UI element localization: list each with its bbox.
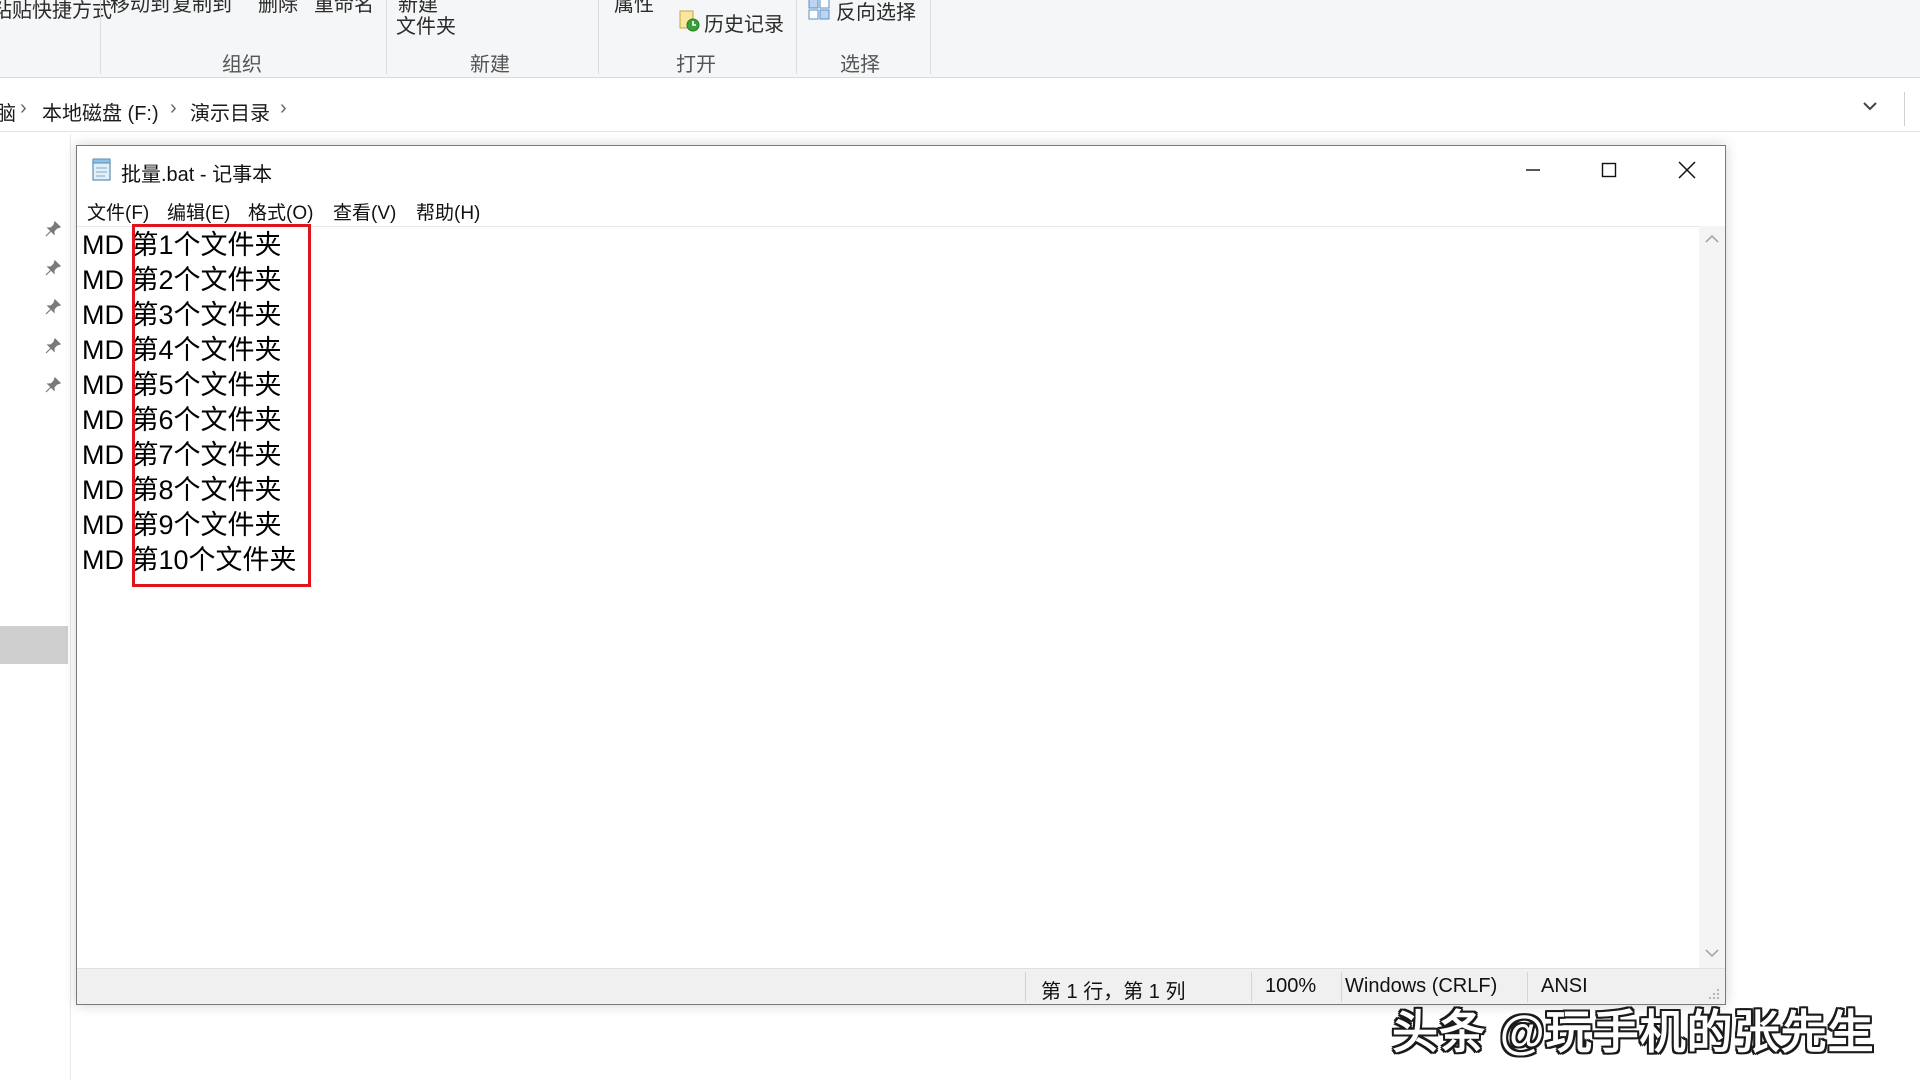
history-icon xyxy=(679,10,700,32)
breadcrumb-item-local-disk[interactable]: 本地磁盘 (F:) xyxy=(42,97,159,126)
highlight-annotation-box xyxy=(132,224,311,587)
minimize-icon xyxy=(1526,169,1540,171)
cursor-position: 第 1 行，第 1 列 xyxy=(1041,981,1186,1003)
scroll-down-button[interactable] xyxy=(1699,942,1725,964)
nav-pane-selected-item[interactable] xyxy=(0,626,68,664)
menu-file[interactable]: 文件(F) xyxy=(87,198,149,225)
breadcrumb-partial-item[interactable]: 脑 xyxy=(0,97,16,126)
window-title: 批量.bat - 记事本 xyxy=(121,164,273,186)
ribbon-separator xyxy=(386,0,387,74)
status-separator xyxy=(1251,972,1252,1002)
paste-shortcut-button[interactable]: 粘贴快捷方式 xyxy=(0,0,112,23)
menu-view[interactable]: 查看(V) xyxy=(333,198,396,225)
status-separator xyxy=(1025,972,1026,1002)
close-button[interactable] xyxy=(1649,146,1725,194)
maximize-button[interactable] xyxy=(1571,146,1647,194)
new-folder-button[interactable]: 文件夹 xyxy=(396,10,456,39)
history-button[interactable]: 历史记录 xyxy=(704,8,784,37)
chevron-up-icon xyxy=(1705,234,1719,243)
notepad-titlebar[interactable]: 批量.bat - 记事本 xyxy=(77,146,1725,194)
invert-selection-button[interactable]: 反向选择 xyxy=(836,0,916,25)
explorer-ribbon: 粘贴快捷方式 移动到 复制到 删除 重命名 组织 新建 文件夹 新建 属性 历史… xyxy=(0,0,1920,78)
watermark-text: 头条 @玩手机的张先生 xyxy=(1392,1006,1875,1058)
refresh-button[interactable] xyxy=(1904,92,1920,126)
address-bar[interactable]: 脑 › 本地磁盘 (F:) › 演示目录 › xyxy=(0,88,1920,132)
status-separator xyxy=(1341,972,1342,1002)
ribbon-group-new: 新建 xyxy=(470,54,510,76)
delete-button[interactable]: 删除 xyxy=(258,0,298,17)
invert-selection-icon xyxy=(808,0,830,20)
nav-pane-divider xyxy=(70,134,71,1080)
ribbon-separator xyxy=(796,0,797,74)
line-ending: Windows (CRLF) xyxy=(1345,975,1498,997)
minimize-button[interactable] xyxy=(1495,146,1571,194)
chevron-down-icon xyxy=(1705,949,1719,958)
notepad-window: 批量.bat - 记事本 文件(F) 编辑(E) 格式(O) 查看(V) 帮助(… xyxy=(76,145,1726,1005)
notepad-menubar: 文件(F) 编辑(E) 格式(O) 查看(V) 帮助(H) xyxy=(77,194,1725,226)
scroll-up-button[interactable] xyxy=(1699,228,1725,250)
breadcrumb-separator[interactable]: › xyxy=(170,97,177,120)
chevron-down-icon[interactable] xyxy=(1860,96,1880,116)
menu-help[interactable]: 帮助(H) xyxy=(416,198,480,225)
close-icon xyxy=(1678,161,1696,179)
breadcrumb-separator[interactable]: › xyxy=(20,97,27,120)
move-to-button[interactable]: 移动到 xyxy=(110,0,170,17)
properties-button[interactable]: 属性 xyxy=(614,0,654,17)
screen: 粘贴快捷方式 移动到 复制到 删除 重命名 组织 新建 文件夹 新建 属性 历史… xyxy=(0,0,1920,1080)
ribbon-group-organize: 组织 xyxy=(222,54,262,76)
maximize-icon xyxy=(1601,162,1617,178)
copy-to-button[interactable]: 复制到 xyxy=(172,0,232,17)
text-editor-area[interactable]: MD 第1个文件夹 MD 第2个文件夹 MD 第3个文件夹 MD 第4个文件夹 … xyxy=(77,224,1699,968)
pin-icon xyxy=(45,337,62,354)
notepad-app-icon xyxy=(92,158,111,181)
ribbon-separator xyxy=(930,0,931,74)
vertical-scrollbar[interactable] xyxy=(1699,226,1725,968)
breadcrumb-item-demo-dir[interactable]: 演示目录 xyxy=(190,97,270,126)
ribbon-group-open: 打开 xyxy=(676,54,716,76)
ribbon-separator xyxy=(598,0,599,74)
ribbon-separator xyxy=(100,0,101,74)
pin-icon xyxy=(45,376,62,393)
zoom-level: 100% xyxy=(1265,975,1317,997)
menu-format[interactable]: 格式(O) xyxy=(248,198,313,225)
pin-icon xyxy=(45,220,62,237)
breadcrumb-separator[interactable]: › xyxy=(280,97,287,120)
pin-icon xyxy=(45,259,62,276)
ribbon-group-select: 选择 xyxy=(840,54,880,76)
pin-icon xyxy=(45,298,62,315)
rename-button[interactable]: 重命名 xyxy=(314,0,374,17)
menu-edit[interactable]: 编辑(E) xyxy=(167,198,230,225)
encoding: ANSI xyxy=(1541,975,1588,997)
